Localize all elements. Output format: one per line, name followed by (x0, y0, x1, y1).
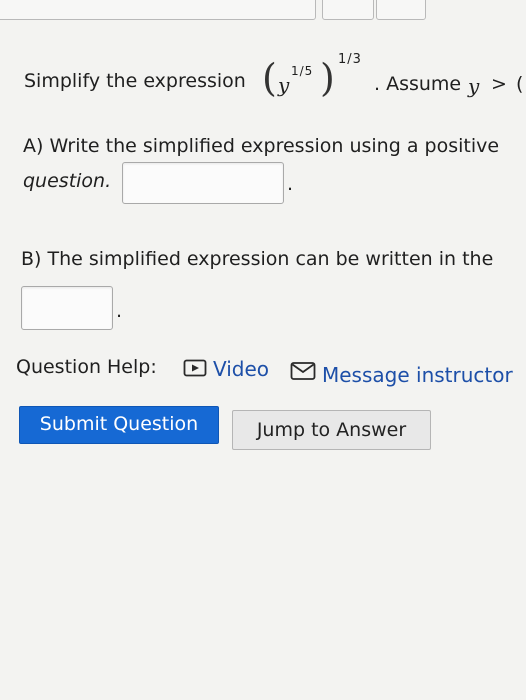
part-a-period: . (287, 173, 294, 195)
open-paren: ( (262, 56, 277, 100)
jump-to-answer-button[interactable]: Jump to Answer (232, 410, 431, 450)
video-link[interactable]: Video (213, 357, 269, 381)
base-variable: y (278, 73, 290, 97)
top-small-box[interactable] (376, 0, 426, 20)
inner-exponent: 1/5 (291, 64, 314, 78)
submit-question-label: Submit Question (39, 413, 199, 435)
part-b-instruction: B) The simplified expression can be writ… (21, 248, 494, 270)
video-icon[interactable] (183, 358, 207, 378)
assume-tail: ( (516, 73, 524, 95)
answer-input-b[interactable] (21, 286, 113, 330)
submit-question-button[interactable]: Submit Question (19, 406, 219, 444)
part-a-instruction-cont: question. (23, 170, 112, 192)
top-toolbar-remnant (0, 0, 526, 22)
answer-input-a[interactable] (122, 162, 284, 204)
close-paren: ) (320, 56, 335, 100)
top-small-box[interactable] (322, 0, 374, 20)
assume-variable: y (468, 74, 480, 98)
mail-icon[interactable] (290, 361, 316, 381)
message-instructor-link[interactable]: Message instructor (322, 363, 513, 387)
assume-label: . Assume (374, 73, 462, 95)
outer-exponent: 1/3 (338, 52, 362, 67)
part-a-instruction: A) Write the simplified expression using… (23, 135, 500, 157)
jump-to-answer-label: Jump to Answer (256, 419, 407, 441)
question-prefix: Simplify the expression (24, 70, 246, 92)
assume-operator: > (491, 73, 507, 95)
top-input-box[interactable] (0, 0, 316, 20)
question-help-label: Question Help: (16, 356, 157, 378)
part-b-period: . (116, 300, 123, 322)
